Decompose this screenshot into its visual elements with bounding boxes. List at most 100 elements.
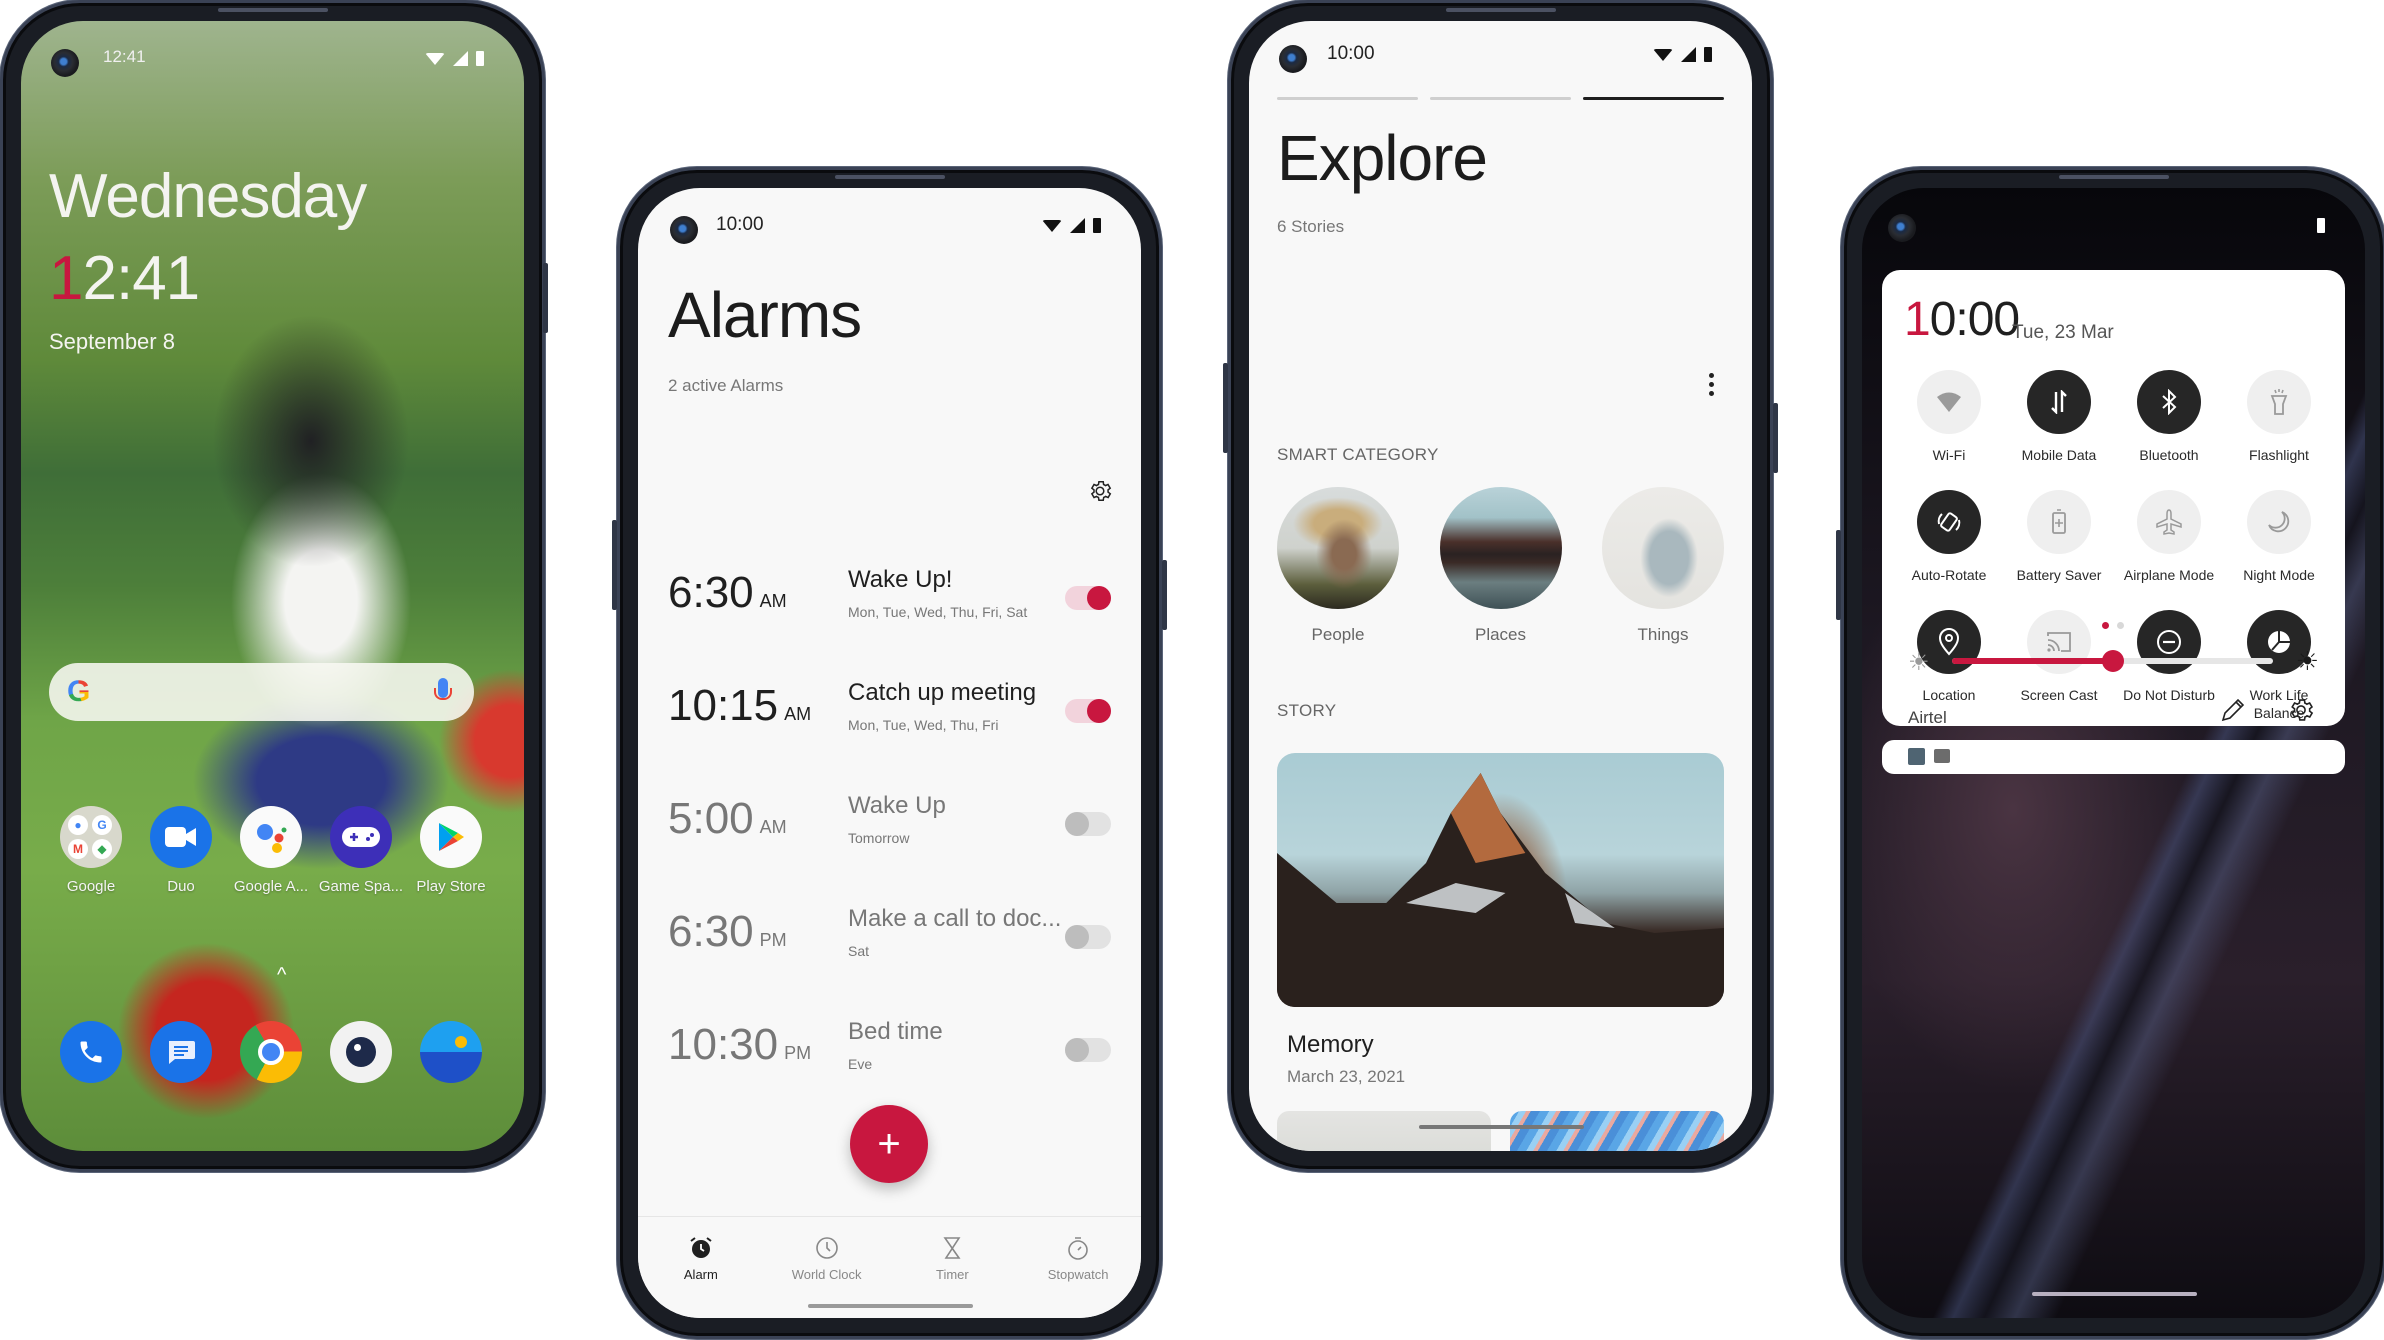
clock-day: Wednesday [49,162,367,231]
alarm-time-value: 6:30 [668,907,754,956]
airplane-icon [2137,490,2201,554]
stopwatch-icon [1068,1237,1088,1260]
story-thumbnail-fern[interactable] [1277,1111,1491,1151]
home-indicator[interactable] [2031,1292,2197,1296]
edit-pencil-icon[interactable] [2219,696,2247,724]
dock-phone[interactable] [51,1021,131,1083]
quick-settings-panel: 10:00 Tue, 23 Mar Wi-Fi Mobile Data Blue… [1882,270,2345,727]
alarm-toggle[interactable] [1065,699,1111,723]
stories-count: 6 Stories [1277,217,1345,236]
category-things[interactable]: Things [1602,487,1724,645]
status-bar: 12:41 [21,41,524,81]
front-camera [1888,214,1916,242]
home-screen: 12:41 Wednesday 12:41 September 8 G ● G M ◆… [21,21,524,1151]
page-dot[interactable] [2101,622,2109,629]
tile-flashlight[interactable]: Flashlight [2224,370,2334,464]
tile-label: Screen Cast [2020,687,2098,703]
tab-label: Stopwatch [1047,1267,1109,1282]
alarm-toggle[interactable] [1065,1038,1111,1062]
tile-battery-saver[interactable]: Battery Saver [2004,490,2114,584]
alarm-period: PM [759,930,787,950]
moon-icon [2247,490,2311,554]
active-alarms-count: 2 active Alarms [668,376,784,395]
tile-auto-rotate[interactable]: Auto-Rotate [1894,490,2004,584]
category-places[interactable]: Places [1439,487,1562,645]
app-play-store[interactable]: Play Store [411,806,491,895]
alarm-period: AM [759,591,787,611]
home-indicator[interactable] [1418,1125,1584,1129]
dock-camera[interactable] [321,1021,401,1083]
dock-messages[interactable] [141,1021,221,1083]
alarm-toggle[interactable] [1065,925,1111,949]
tile-night-mode[interactable]: Night Mode [2224,490,2334,584]
tile-wifi[interactable]: Wi-Fi [1894,370,2004,464]
mic-icon[interactable] [434,678,452,700]
tile-label: Do Not Disturb [2123,687,2215,703]
qs-clock: 10:00 [1904,292,2020,347]
brightness-slider-knob[interactable] [2101,650,2124,672]
tab-alarm[interactable]: Alarm [646,1235,756,1318]
story-thumbnail-marble[interactable] [1510,1111,1724,1151]
qs-clock-accent-digit: 1 [1904,293,1931,346]
alarm-row[interactable]: 10:30 PM Bed time Eve [668,1000,1111,1090]
add-alarm-button[interactable]: + [850,1105,928,1183]
toggle-knob [1065,925,1089,949]
power-button [1162,560,1167,630]
tile-label: Wi-Fi [1932,447,1966,463]
bluetooth-icon [2137,370,2201,434]
tab-stopwatch[interactable]: Stopwatch [1023,1235,1133,1318]
dock-gallery[interactable] [411,1021,491,1083]
tile-mobile-data[interactable]: Mobile Data [2004,370,2114,464]
story-progress-segment [1430,97,1571,100]
power-button [1773,403,1778,473]
earpiece [1445,8,1556,12]
tile-airplane-mode[interactable]: Airplane Mode [2114,490,2224,584]
alarm-period: AM [759,817,787,837]
brightness-low-icon: ☀ [1908,649,1930,676]
alarms-screen: 10:00 Alarms 2 active Alarms 6:30 AM Wake… [638,188,1141,1318]
google-search-bar[interactable]: G [49,663,474,721]
category-people[interactable]: People [1277,487,1399,645]
tab-label: Alarm [683,1267,718,1282]
mountain-photo [1277,773,1724,1007]
page-dot[interactable] [2116,622,2124,629]
alarm-row[interactable]: 6:30 PM Make a call to doc... Sat [668,887,1111,977]
app-duo[interactable]: Duo [141,806,221,895]
settings-gear-icon[interactable] [2287,696,2315,724]
app-row: ● G M ◆ Google Duo Google A... Game Spa.… [51,806,491,895]
alarm-row[interactable]: 10:15 AM Catch up meeting Mon, Tue, Wed, … [668,661,1111,751]
mobile-data-icon [2027,370,2091,434]
alarm-time: 10:30 PM [668,1020,811,1070]
app-game-space[interactable]: Game Spa... [319,806,403,895]
more-options-icon[interactable] [1709,373,1714,396]
alarm-time: 5:00 AM [668,794,787,844]
alarm-toggle[interactable] [1065,586,1111,610]
story-progress [1277,97,1724,100]
alarm-repeat: Tomorrow [848,830,910,846]
alarm-toggle[interactable] [1065,812,1111,836]
status-time: 10:00 [716,214,764,235]
brightness-slider[interactable] [1952,650,2273,672]
alarm-time-value: 5:00 [668,794,754,843]
app-drawer-chevron-up-icon[interactable]: ^ [277,964,286,987]
story-card-image[interactable] [1277,753,1724,1007]
notification-bar[interactable] [1882,740,2345,774]
alarm-row[interactable]: 5:00 AM Wake Up Tomorrow [668,774,1111,864]
app-label: Google A... [233,878,309,895]
toggle-knob [1065,812,1089,836]
tile-label: Flashlight [2249,447,2309,463]
auto-brightness-icon[interactable]: ☀ [2296,646,2319,677]
app-google-assistant[interactable]: Google A... [231,806,311,895]
settings-gear-icon[interactable] [1087,478,1113,504]
tile-bluetooth[interactable]: Bluetooth [2114,370,2224,464]
battery-icon [1704,47,1712,62]
alarm-time-value: 10:30 [668,1020,779,1069]
dock-chrome[interactable] [231,1021,311,1083]
home-indicator[interactable] [807,1304,973,1308]
alarm-period: AM [784,704,812,724]
duo-video-icon [150,806,212,868]
alarm-time-value: 6:30 [668,568,754,617]
auto-rotate-icon [1917,490,1981,554]
app-google[interactable]: ● G M ◆ Google [51,806,131,895]
alarm-row[interactable]: 6:30 AM Wake Up! Mon, Tue, Wed, Thu, Fri,… [668,548,1111,638]
